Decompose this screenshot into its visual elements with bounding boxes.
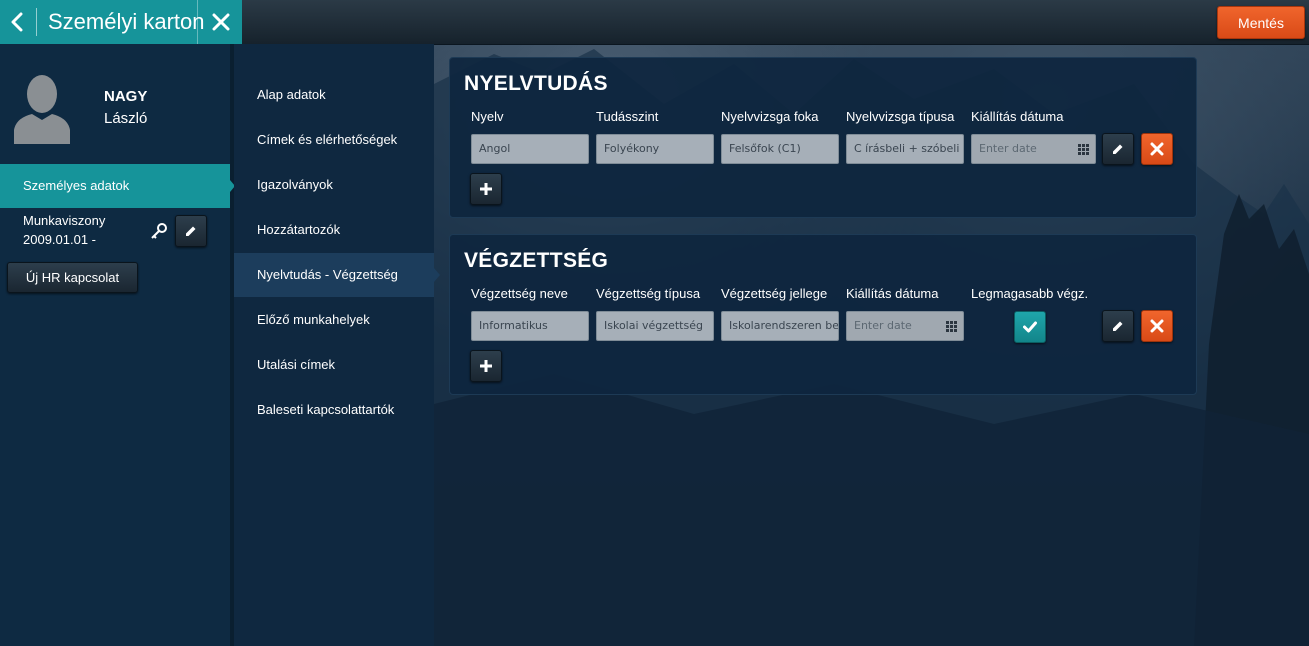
pencil-icon	[186, 226, 196, 236]
education-issue-date-field[interactable]: Enter date	[846, 311, 964, 341]
nav-item-ids[interactable]: Igazolványok	[234, 163, 434, 207]
key-icon	[151, 223, 167, 239]
calendar-grid-icon[interactable]	[946, 321, 957, 332]
education-name-field[interactable]: Informatikus	[471, 311, 589, 341]
close-icon	[1150, 142, 1164, 156]
employment-label[interactable]: Munkaviszony	[23, 213, 105, 228]
edit-employment-button[interactable]	[175, 215, 207, 247]
pencil-icon	[1113, 321, 1123, 331]
col-education-issue-date: Kiállítás dátuma	[846, 286, 939, 301]
education-nature-field[interactable]: Iskolarendszeren belüli	[721, 311, 839, 341]
col-exam-grade: Nyelvvizsga foka	[721, 109, 819, 124]
nav-item-languages-education[interactable]: Nyelvtudás - Végzettség	[234, 253, 434, 297]
language-field[interactable]: Angol	[471, 134, 589, 164]
nav-item-previous-jobs[interactable]: Előző munkahelyek	[234, 298, 434, 342]
nav-item-bank-accounts[interactable]: Utalási címek	[234, 343, 434, 387]
page-title: Személyi karton	[48, 9, 205, 34]
user-silhouette-icon	[14, 75, 70, 144]
back-button[interactable]	[0, 0, 34, 44]
plus-icon	[480, 360, 492, 372]
new-hr-connection-button[interactable]: Új HR kapcsolat	[7, 262, 138, 293]
edit-education-button[interactable]	[1102, 310, 1134, 342]
col-exam-type: Nyelvvizsga típusa	[846, 109, 955, 124]
education-title: VÉGZETTSÉG	[464, 249, 609, 272]
education-type-field[interactable]: Iskolai végzettség	[596, 311, 714, 341]
edit-language-button[interactable]	[1102, 133, 1134, 165]
employee-first-name: László	[104, 110, 148, 127]
education-date-placeholder: Enter date	[854, 319, 912, 332]
pencil-icon	[1113, 144, 1123, 154]
add-education-button[interactable]	[470, 350, 502, 382]
nav-item-basic-data[interactable]: Alap adatok	[234, 73, 434, 117]
nav-item-relatives[interactable]: Hozzátartozók	[234, 208, 434, 252]
personal-data-item[interactable]: Személyes adatok	[0, 164, 230, 208]
add-language-button[interactable]	[470, 173, 502, 205]
education-panel: VÉGZETTSÉG Végzettség neve Végzettség tí…	[449, 234, 1197, 395]
active-nav-arrow	[434, 268, 440, 282]
highest-education-toggle[interactable]	[1014, 311, 1046, 343]
save-button[interactable]: Mentés	[1217, 6, 1305, 39]
col-level: Tudásszint	[596, 109, 659, 124]
col-education-name: Végzettség neve	[471, 286, 568, 301]
level-field[interactable]: Folyékony	[596, 134, 714, 164]
delete-education-button[interactable]	[1141, 310, 1173, 342]
col-education-nature: Végzettség jellege	[721, 286, 828, 301]
col-issue-date: Kiállítás dátuma	[971, 109, 1064, 124]
issue-date-placeholder: Enter date	[979, 142, 1037, 155]
col-language: Nyelv	[471, 109, 504, 124]
col-highest-education: Legmagasabb végz.	[971, 286, 1089, 301]
close-button[interactable]	[197, 0, 243, 44]
close-icon	[1150, 319, 1164, 333]
employment-date: 2009.01.01 -	[23, 232, 97, 247]
close-icon	[212, 13, 229, 31]
col-education-type: Végzettség típusa	[596, 286, 701, 301]
title-separator	[36, 8, 37, 36]
delete-language-button[interactable]	[1141, 133, 1173, 165]
issue-date-field[interactable]: Enter date	[971, 134, 1096, 164]
calendar-grid-icon[interactable]	[1078, 144, 1089, 155]
top-bar: Személyi karton Mentés	[0, 0, 1309, 45]
nav-item-addresses[interactable]: Címek és elérhetőségek	[234, 118, 434, 162]
exam-grade-field[interactable]: Felsőfok (C1)	[721, 134, 839, 164]
exam-type-field[interactable]: C írásbeli + szóbeli	[846, 134, 964, 164]
chevron-left-icon	[11, 12, 23, 32]
title-block: Személyi karton	[0, 0, 242, 44]
employee-last-name: NAGY	[104, 88, 148, 105]
language-panel: NYELVTUDÁS Nyelv Tudásszint Nyelvvizsga …	[449, 57, 1197, 218]
section-nav: Alap adatok Címek és elérhetőségek Igazo…	[234, 44, 434, 646]
nav-item-emergency-contacts[interactable]: Baleseti kapcsolattartók	[234, 388, 434, 432]
language-title: NYELVTUDÁS	[464, 72, 608, 95]
plus-icon	[480, 183, 492, 195]
check-icon	[1023, 321, 1037, 333]
